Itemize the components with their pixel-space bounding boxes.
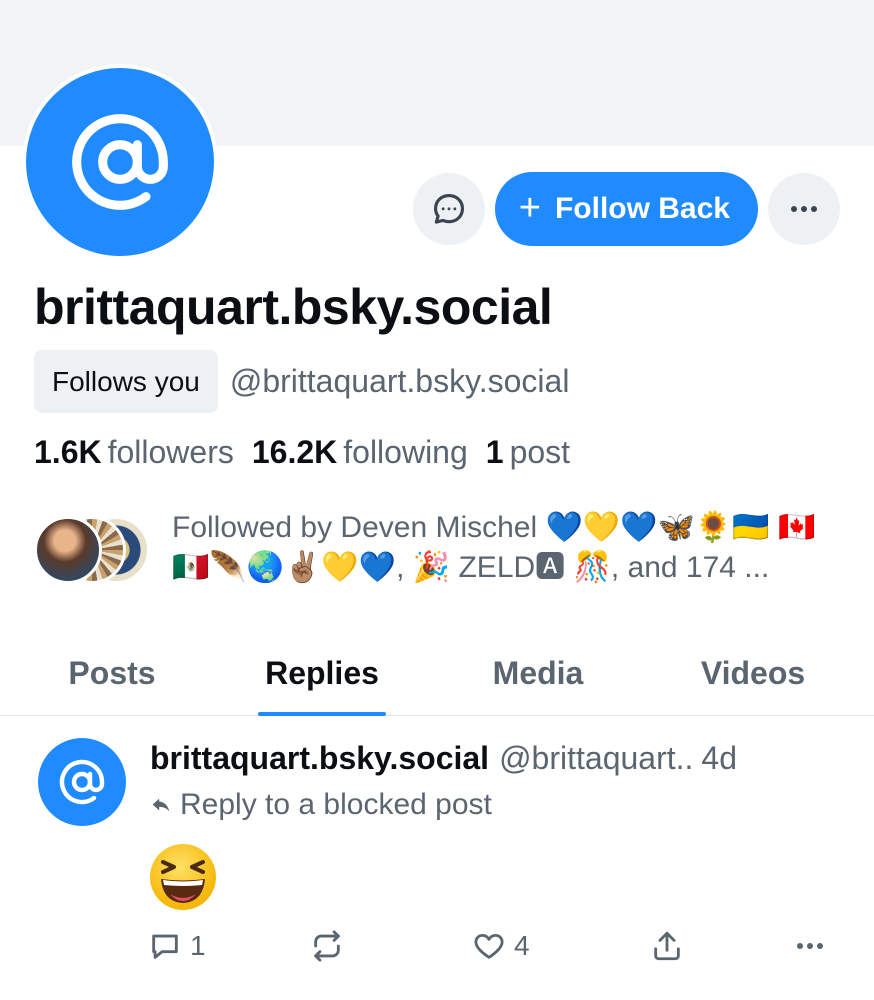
reply-context-label: Reply to a blocked post <box>180 788 492 821</box>
profile-avatar[interactable] <box>22 64 218 260</box>
profile-stats: 1.6K followers 16.2K following 1 post <box>34 434 570 471</box>
posts-stat: 1 post <box>486 434 570 471</box>
following-count: 16.2K <box>251 434 338 470</box>
follows-you-badge: Follows you <box>34 350 218 413</box>
post-avatar[interactable] <box>38 738 126 826</box>
like-button[interactable]: 4 <box>472 926 530 966</box>
reply-arrow-icon <box>152 798 170 812</box>
repost-button[interactable] <box>310 926 352 966</box>
follow-back-label: Follow Back <box>554 192 730 225</box>
posts-label: post <box>509 434 571 470</box>
tab-replies[interactable]: Replies <box>258 630 386 716</box>
followers-label: followers <box>107 434 234 470</box>
message-button[interactable] <box>412 173 485 245</box>
handle-row: Follows you @brittaquart.bsky.social <box>34 350 569 413</box>
post-author-handle[interactable]: @brittaquart.. <box>499 740 693 777</box>
laughing-face-emoji <box>148 842 218 917</box>
followers-stat[interactable]: 1.6K followers <box>34 434 234 471</box>
post-more-button[interactable] <box>792 926 828 966</box>
posts-count: 1 <box>485 434 504 470</box>
more-icon <box>797 943 823 949</box>
profile-tabs: Posts Replies Media Videos <box>0 630 874 716</box>
followers-count: 1.6K <box>34 434 102 470</box>
heart-icon <box>474 933 504 959</box>
avatar <box>34 516 102 584</box>
known-followers[interactable]: Followed by Deven Mischel 💙💛💙🦋🌻🇺🇦 🇨🇦🇲🇽🪶🌏… <box>34 508 852 588</box>
reply-button[interactable]: 1 <box>148 926 206 966</box>
reply-icon <box>152 934 178 959</box>
post-author-name[interactable]: brittaquart.bsky.social <box>150 740 489 777</box>
repost-icon <box>314 930 340 962</box>
following-label: following <box>343 434 468 470</box>
share-icon <box>654 931 680 961</box>
tab-posts[interactable]: Posts <box>62 630 162 716</box>
known-followers-text: Followed by Deven Mischel 💙💛💙🦋🌻🇺🇦 🇨🇦🇲🇽🪶🌏… <box>172 511 816 584</box>
reply-context: Reply to a blocked post <box>150 788 492 822</box>
reply-count: 1 <box>190 930 206 961</box>
plus-icon: + <box>518 186 541 229</box>
post-actions: 1 4 <box>148 926 838 966</box>
like-count: 4 <box>514 930 530 961</box>
known-followers-avatars <box>34 516 150 586</box>
profile-actions: + Follow Back <box>412 172 840 246</box>
follow-back-button[interactable]: + Follow Back <box>494 172 758 246</box>
message-icon <box>433 193 464 224</box>
tab-videos[interactable]: Videos <box>692 630 814 716</box>
profile-display-name: brittaquart.bsky.social <box>34 279 553 335</box>
feed-post[interactable]: brittaquart.bsky.social @brittaquart.. 4… <box>0 716 874 1000</box>
profile-handle: @brittaquart.bsky.social <box>229 363 570 399</box>
tab-media[interactable]: Media <box>484 630 592 716</box>
more-options-button[interactable] <box>768 173 840 245</box>
post-header: brittaquart.bsky.social @brittaquart.. 4… <box>150 740 850 777</box>
share-button[interactable] <box>650 926 684 966</box>
at-sign-icon <box>72 114 168 210</box>
at-sign-icon <box>59 759 105 805</box>
following-stat[interactable]: 16.2K following <box>252 434 468 471</box>
post-timestamp[interactable]: 4d <box>701 740 737 777</box>
more-icon <box>791 206 817 212</box>
